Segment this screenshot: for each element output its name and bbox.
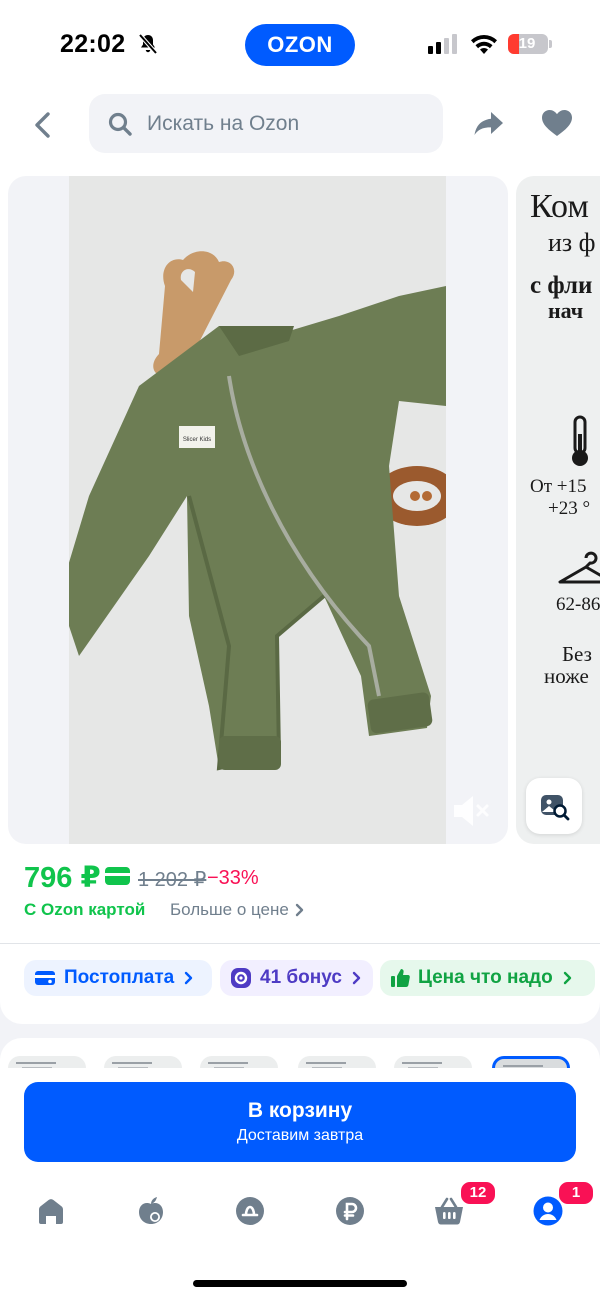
chip-bonus[interactable]: 41 бонус <box>220 960 373 996</box>
fresh-icon <box>139 1197 163 1224</box>
tab-bar: 12 1 <box>0 1180 600 1240</box>
battery-level: 19 <box>518 35 536 52</box>
heart-icon[interactable] <box>540 108 574 138</box>
cart-count-badge: 12 <box>459 1180 497 1206</box>
hanger-icon <box>558 551 600 584</box>
gallery-slide-main[interactable]: Slicer Kids <box>8 176 508 844</box>
search-bar[interactable] <box>89 94 443 153</box>
chip-postpay[interactable]: Постоплата <box>24 960 212 996</box>
tab-finance[interactable] <box>333 1194 367 1228</box>
wifi-icon <box>471 34 497 54</box>
battery-icon: 19 <box>508 34 548 54</box>
home-indicator <box>193 1280 407 1287</box>
discount-badge: −33% <box>207 867 259 889</box>
image-search-icon <box>541 795 570 821</box>
ruble-icon <box>336 1197 364 1225</box>
slide-text: из ф <box>548 228 596 257</box>
tab-ozon-brand[interactable] <box>233 1194 267 1228</box>
bonus-icon <box>231 968 251 988</box>
ozon-logo[interactable]: OZON <box>245 24 355 66</box>
chevron-right-icon <box>185 971 193 985</box>
thumbs-up-icon <box>391 969 410 987</box>
slide-text: ноже <box>544 664 589 688</box>
search-icon <box>108 112 132 136</box>
card-icon <box>105 867 130 885</box>
slide-text: 62-86 <box>556 594 600 615</box>
search-input[interactable] <box>147 111 417 136</box>
ozon-card-label: С Ozon картой <box>24 900 146 919</box>
status-bar: 22:02 OZON 19 <box>0 0 600 88</box>
ozon-brand-icon <box>236 1197 264 1225</box>
profile-count-badge: 1 <box>557 1180 595 1206</box>
back-button[interactable] <box>26 108 60 142</box>
top-bar <box>0 88 600 168</box>
photo-search-button[interactable] <box>526 778 582 834</box>
slide-text: От +15 <box>530 476 587 497</box>
thermometer-icon <box>572 415 588 466</box>
cellular-signal-icon <box>428 34 457 54</box>
chevron-right-icon <box>295 903 304 917</box>
slide-text: +23 ° <box>548 498 591 519</box>
mute-icon[interactable] <box>448 788 494 834</box>
slide-text: Ком <box>530 188 589 225</box>
chevron-right-icon <box>352 971 361 985</box>
tab-fresh[interactable] <box>134 1194 168 1228</box>
add-to-cart-label: В корзину <box>247 1099 353 1122</box>
home-icon <box>39 1199 63 1224</box>
chevron-right-icon <box>563 971 571 985</box>
chip-good-price-label: Цена что надо <box>418 967 553 988</box>
chip-postpay-label: Постоплата <box>64 967 175 988</box>
chip-bonus-label: 41 бонус <box>260 967 342 988</box>
clothing-label-text: Slicer Kids <box>183 437 211 443</box>
more-about-price-link[interactable]: Больше о цене <box>170 900 305 920</box>
chevron-left-icon <box>35 112 50 138</box>
bell-off-icon <box>138 33 158 55</box>
product-gallery[interactable]: Slicer Kids Ком из ф с фли нач От +15 +2… <box>0 168 600 858</box>
delivery-label: Доставим завтра <box>236 1127 364 1144</box>
share-icon[interactable] <box>472 106 506 140</box>
tab-home[interactable] <box>34 1194 68 1228</box>
price-with-card: 796 ₽ <box>24 862 101 894</box>
benefit-chips: Постоплата 41 бонус Цена что надо <box>0 944 600 1024</box>
status-time: 22:02 <box>60 30 126 58</box>
slide-text: нач <box>548 298 584 323</box>
more-about-price-label: Больше о цене <box>170 900 289 919</box>
price-old: 1 202 ₽ <box>138 869 207 891</box>
wallet-icon <box>35 971 55 985</box>
price-block: 796 ₽ 1 202 ₽ −33% С Ozon картой Больше … <box>0 858 600 944</box>
gallery-slide-info[interactable]: Ком из ф с фли нач От +15 +23 ° 62-86 Бе… <box>516 176 600 844</box>
product-photo[interactable]: Slicer Kids <box>69 176 446 844</box>
slide-text: с фли <box>530 272 593 299</box>
add-to-cart-button[interactable]: В корзину Доставим завтра <box>24 1082 576 1162</box>
chip-good-price[interactable]: Цена что надо <box>380 960 595 996</box>
